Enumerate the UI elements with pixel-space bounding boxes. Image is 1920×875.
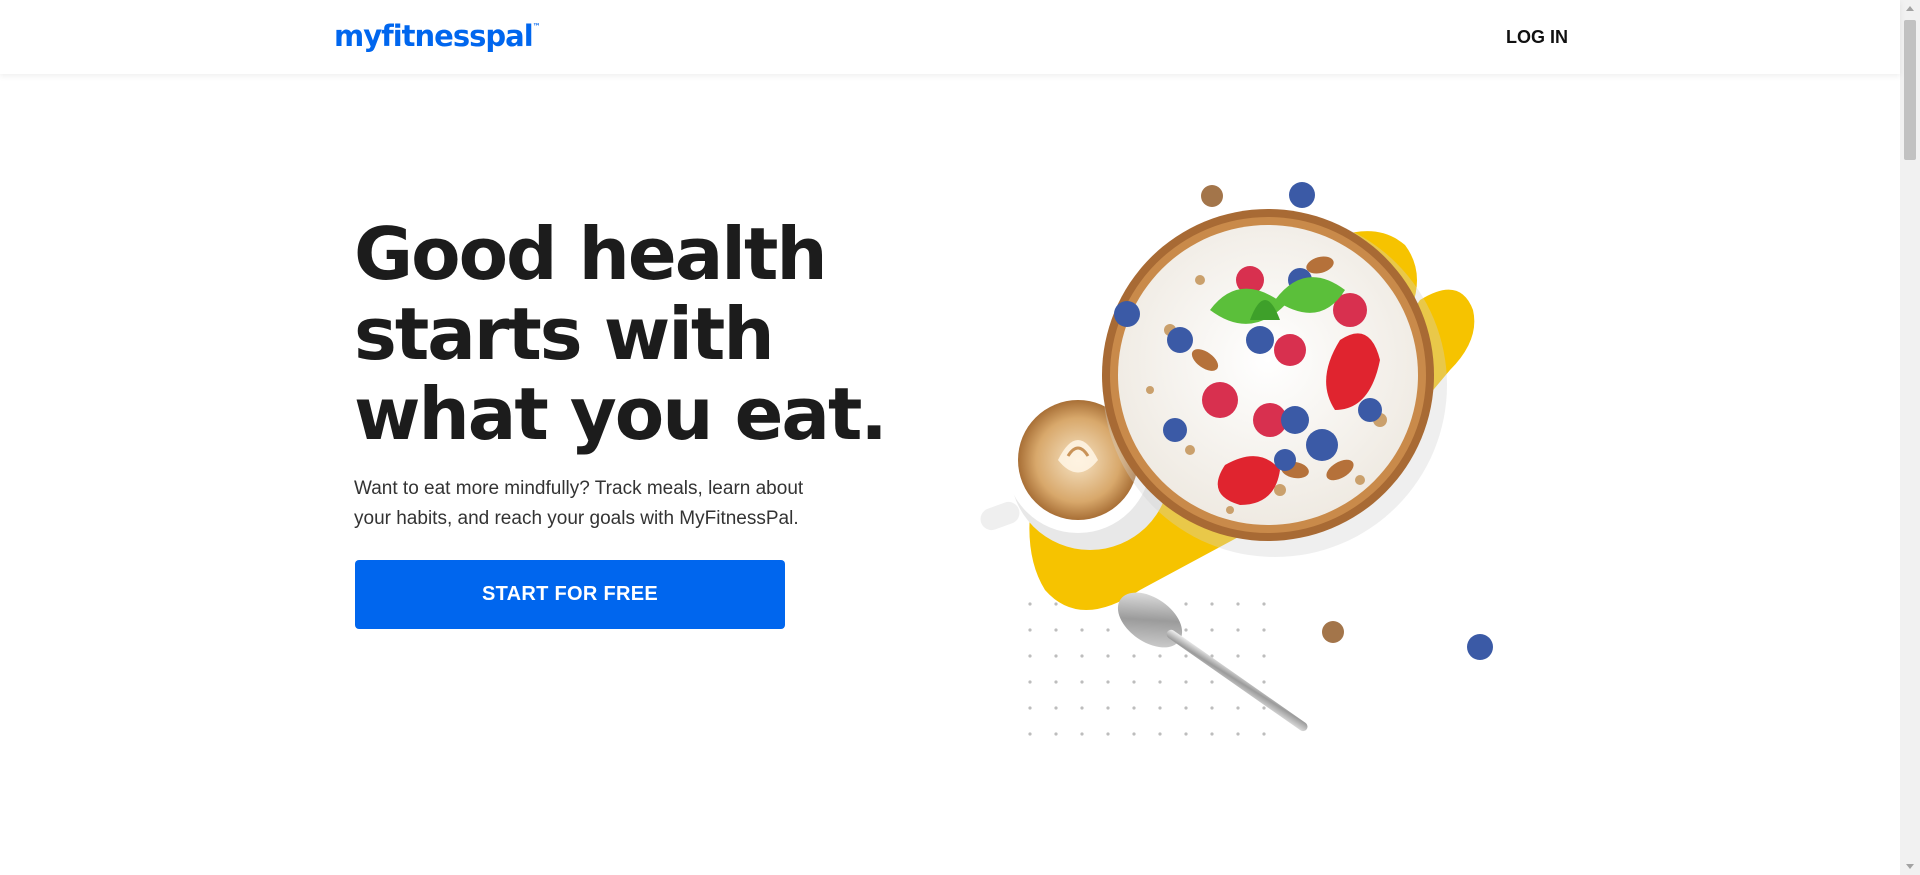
breakfast-bowl-illustration <box>980 182 1493 750</box>
headline-line-3: what you eat. <box>354 372 888 456</box>
subtext-line-2: your habits, and reach your goals with M… <box>354 508 799 529</box>
subtext-line-1: Want to eat more mindfully? Track meals,… <box>354 478 804 499</box>
top-nav-bar: myfitnesspal™ LOG IN <box>0 0 1900 74</box>
chevron-up-icon[interactable] <box>1906 6 1914 11</box>
page-scrollbar[interactable] <box>1900 0 1920 875</box>
headline-line-1: Good health <box>354 212 828 296</box>
logo-text: myfitnesspal <box>334 19 534 53</box>
login-link[interactable]: LOG IN <box>1506 27 1568 48</box>
myfitnesspal-logo[interactable]: myfitnesspal™ <box>334 19 541 53</box>
chevron-down-icon[interactable] <box>1906 864 1914 869</box>
start-for-free-button[interactable]: START FOR FREE <box>355 560 785 629</box>
hero-subtext: Want to eat more mindfully? Track meals,… <box>354 474 874 534</box>
hero-headline: Good health starts with what you eat. <box>354 214 914 454</box>
logo-trademark: ™ <box>532 22 541 32</box>
scrollbar-thumb[interactable] <box>1904 20 1916 160</box>
headline-line-2: starts with <box>354 292 775 376</box>
